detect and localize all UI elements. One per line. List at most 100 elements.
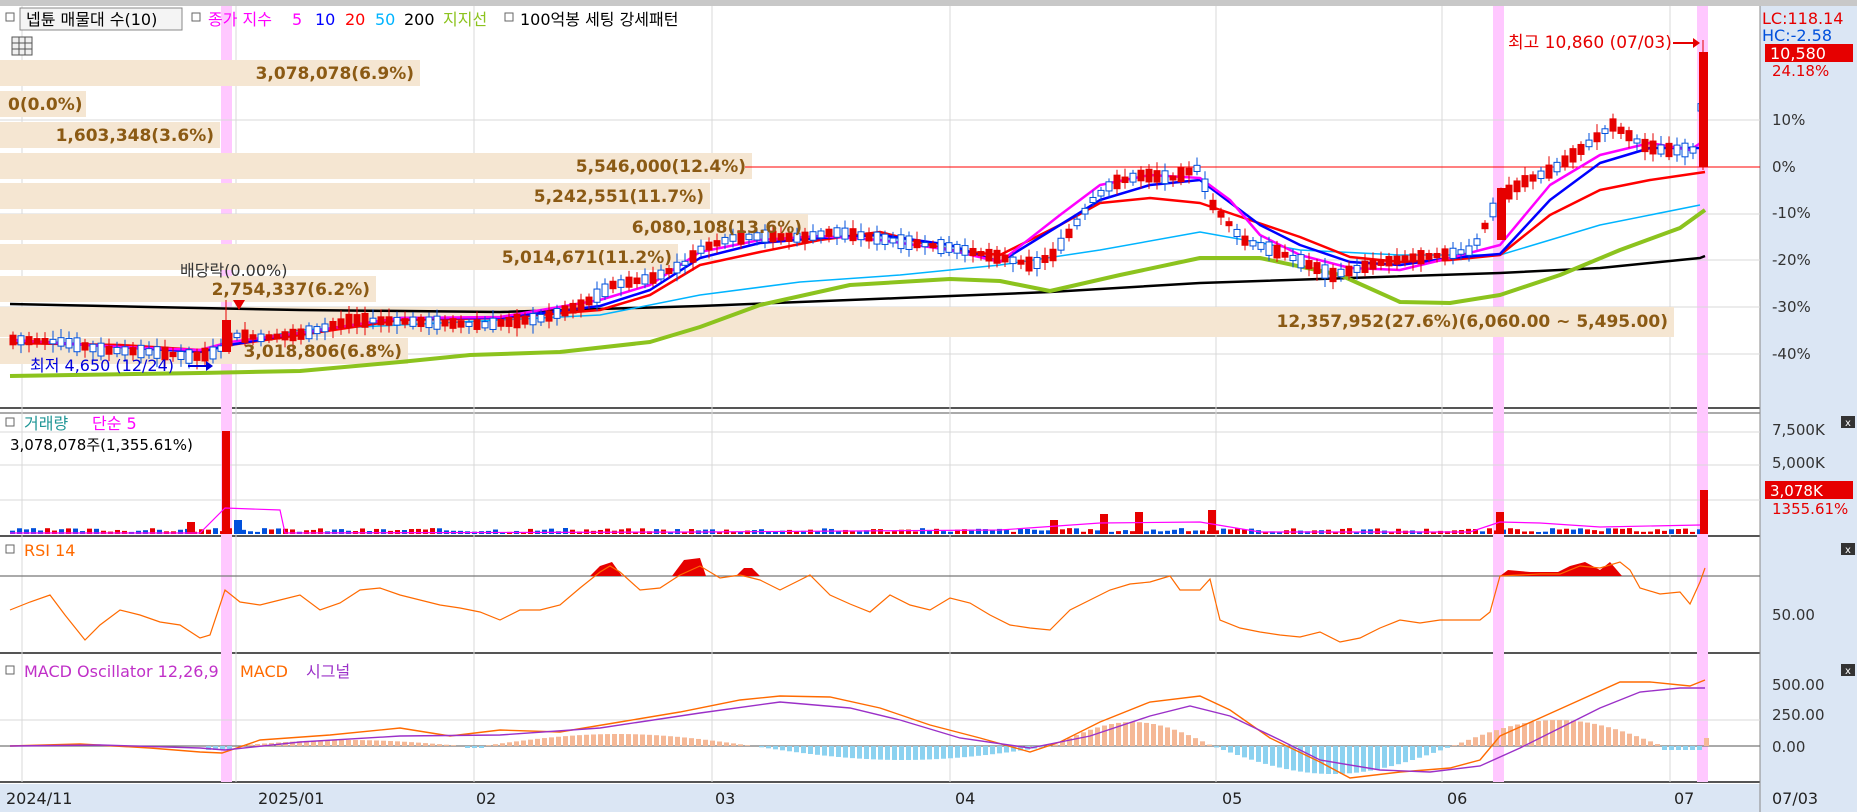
- volume-bar: [605, 528, 610, 534]
- candle-body: [1081, 207, 1089, 215]
- candle-body: [305, 325, 313, 340]
- oscillator-bar: [808, 746, 813, 754]
- oscillator-bar: [1277, 746, 1282, 768]
- candle-body: [1089, 196, 1097, 204]
- candle-body: [17, 335, 25, 346]
- oscillator-bar: [465, 746, 470, 748]
- volume-bar: [1669, 529, 1674, 534]
- oscillator-bar: [248, 744, 253, 746]
- volume-bar: [1032, 529, 1037, 534]
- oscillator-bar: [1088, 729, 1093, 746]
- candle-body: [1041, 255, 1049, 263]
- volume-bar: [1100, 516, 1108, 534]
- oscillator-bar: [1676, 746, 1681, 750]
- support-label[interactable]: 지지선: [443, 10, 487, 29]
- x-tick: 2024/11: [6, 789, 72, 808]
- oscillator-bar: [1599, 725, 1604, 746]
- candle-body: [1401, 255, 1409, 263]
- oscillator-bar: [535, 738, 540, 746]
- candle-body: [1025, 256, 1033, 272]
- candle-body: [465, 321, 473, 327]
- candle-body: [1033, 256, 1041, 270]
- oscillator-bar: [1473, 737, 1478, 746]
- oscillator-bar: [731, 743, 736, 746]
- table-toggle-icon[interactable]: [11, 36, 33, 56]
- oscillator-bar: [409, 742, 414, 746]
- macd-label[interactable]: MACD: [240, 662, 288, 681]
- oscillator-bar: [493, 744, 498, 746]
- rsi-title[interactable]: RSI 14: [24, 541, 75, 560]
- candle-body: [905, 235, 913, 250]
- oscillator-bar: [451, 745, 456, 746]
- oscillator-bar: [843, 746, 848, 758]
- oscillator-bar: [1347, 746, 1352, 774]
- ma-label[interactable]: 종가 지수: [208, 10, 272, 29]
- candle-body: [489, 317, 497, 330]
- macd-title[interactable]: MACD Oscillator 12,26,9: [24, 662, 219, 681]
- candle-body: [41, 337, 49, 345]
- candle-body: [833, 227, 841, 238]
- oscillator-bar: [626, 734, 631, 746]
- volume-bar: [1676, 529, 1681, 534]
- volume-bar: [1130, 531, 1135, 534]
- oscillator-bar: [1424, 746, 1429, 756]
- volume-bar: [549, 528, 554, 534]
- candle-body: [1457, 249, 1465, 255]
- candle-body: [1137, 169, 1145, 182]
- volume-bar: [1095, 530, 1100, 534]
- volume-bar: [1200, 530, 1205, 534]
- candle-body: [361, 312, 369, 328]
- oscillator-bar: [1200, 741, 1205, 746]
- volume-ma-label[interactable]: 단순 5: [92, 414, 137, 433]
- oscillator-bar: [864, 746, 869, 760]
- macd-tick: 250.00: [1772, 706, 1825, 724]
- volume-bar: [1011, 531, 1016, 534]
- volume-bar: [1396, 528, 1401, 534]
- oscillator-bar: [1627, 733, 1632, 746]
- oscillator-bar: [1235, 746, 1240, 756]
- oscillator-bar: [486, 745, 491, 746]
- candle-body: [441, 319, 449, 327]
- signal-label[interactable]: 시그널: [306, 662, 350, 681]
- candle-body: [297, 328, 305, 340]
- oscillator-bar: [1144, 722, 1149, 746]
- oscillator-bar: [619, 734, 624, 746]
- candle-body: [865, 232, 873, 242]
- candle-body: [1201, 178, 1209, 192]
- candle-body: [609, 280, 617, 290]
- volume-bar: [1116, 531, 1121, 534]
- oscillator-bar: [1256, 746, 1261, 762]
- candle-body: [513, 313, 521, 329]
- volume-bar: [402, 530, 407, 534]
- oscillator-bar: [1375, 746, 1380, 770]
- volume-title[interactable]: 거래량: [24, 414, 68, 433]
- oscillator-bar: [1557, 720, 1562, 746]
- oscillator-bar: [1165, 727, 1170, 746]
- candle-body: [1409, 253, 1417, 263]
- oscillator-bar: [1263, 746, 1268, 764]
- pattern-label[interactable]: 100억봉 세팅 강세패턴: [520, 10, 678, 29]
- candle-body: [1593, 132, 1601, 143]
- oscillator-bar: [1697, 746, 1702, 750]
- oscillator-bar: [1438, 746, 1443, 751]
- candle-body: [985, 248, 993, 262]
- candle-body: [201, 347, 209, 362]
- oscillator-bar: [703, 739, 708, 746]
- candle-body: [993, 249, 1001, 264]
- candle-body: [209, 346, 217, 360]
- candle-body: [1465, 245, 1473, 256]
- oscillator-bar: [1452, 745, 1457, 746]
- macd-tick: 0.00: [1772, 738, 1805, 756]
- candle-body: [1073, 218, 1081, 227]
- volume-bar: [493, 529, 498, 534]
- indicator-title: 넵튠 매물대 수(10): [26, 10, 157, 29]
- profile-label: 5,242,551(11.7%): [534, 187, 704, 207]
- oscillator-bar: [962, 746, 967, 758]
- candle-body: [49, 338, 57, 345]
- x-tick: 02: [476, 789, 496, 808]
- oscillator-bar: [605, 734, 610, 746]
- oscillator-bar: [1109, 724, 1114, 746]
- oscillator-bar: [1123, 722, 1128, 746]
- oscillator-bar: [1326, 746, 1331, 774]
- candle-body: [545, 310, 553, 322]
